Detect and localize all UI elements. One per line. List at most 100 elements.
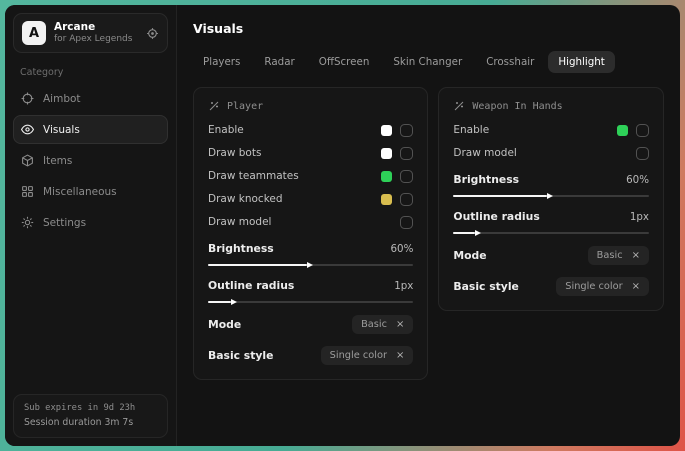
card-title-text: Weapon In Hands <box>472 101 562 112</box>
sidebar-item-items[interactable]: Items <box>13 146 168 175</box>
tab-crosshair[interactable]: Crosshair <box>476 51 544 73</box>
basic-style-select-row: Basic style Single color × <box>453 277 649 296</box>
weapon-in-hands-card: Weapon In Hands Enable Draw model <box>438 87 664 311</box>
outline-radius-slider[interactable] <box>208 301 413 303</box>
player-card: Player Enable Draw bots <box>193 87 428 380</box>
chip-close-icon[interactable]: × <box>396 320 404 330</box>
cards-container: Player Enable Draw bots <box>193 87 664 380</box>
slider-value: 60% <box>391 243 414 255</box>
chip-close-icon[interactable]: × <box>396 351 404 361</box>
toggle-row-draw-model: Draw model <box>208 215 413 229</box>
tab-highlight[interactable]: Highlight <box>548 51 615 73</box>
checkbox[interactable] <box>400 170 413 183</box>
toggle-row-enable: Enable <box>208 123 413 137</box>
chip-value: Basic <box>361 319 387 330</box>
chip-close-icon[interactable]: × <box>632 282 640 292</box>
target-icon[interactable] <box>146 27 159 40</box>
slider-value: 1px <box>630 211 649 223</box>
brightness-slider-row: Brightness 60% <box>453 173 649 197</box>
select-label: Mode <box>453 249 486 262</box>
mode-select-row: Mode Basic × <box>453 246 649 265</box>
tab-offscreen[interactable]: OffScreen <box>309 51 380 73</box>
chip-value: Basic <box>597 250 623 261</box>
toggle-row-draw-bots: Draw bots <box>208 146 413 160</box>
app-logo: A <box>22 21 46 45</box>
checkbox[interactable] <box>400 193 413 206</box>
color-swatch[interactable] <box>617 125 628 136</box>
tab-skin-changer[interactable]: Skin Changer <box>383 51 472 73</box>
basic-style-select-chip[interactable]: Single color × <box>321 346 414 365</box>
mode-select-chip[interactable]: Basic × <box>352 315 413 334</box>
outline-radius-slider-row: Outline radius 1px <box>208 279 413 303</box>
toggle-row-enable: Enable <box>453 123 649 137</box>
sidebar-item-label: Settings <box>43 217 86 229</box>
toggle-label: Draw knocked <box>208 193 283 205</box>
toggle-label: Draw model <box>208 216 271 228</box>
wand-icon <box>208 100 220 112</box>
toggle-label: Draw teammates <box>208 170 299 182</box>
brand-card: A Arcane for Apex Legends <box>13 13 168 53</box>
card-title-text: Player <box>227 101 263 112</box>
slider-thumb[interactable] <box>231 299 237 305</box>
checkbox[interactable] <box>636 124 649 137</box>
subscription-info-card: Sub expires in 9d 23h Session duration 3… <box>13 394 168 438</box>
brand-text: Arcane for Apex Legends <box>54 21 138 45</box>
crosshair-icon <box>21 92 34 105</box>
checkbox[interactable] <box>400 216 413 229</box>
chip-value: Single color <box>330 350 387 361</box>
chip-value: Single color <box>565 281 622 292</box>
toggle-label: Enable <box>453 124 489 136</box>
tab-radar[interactable]: Radar <box>254 51 304 73</box>
slider-value: 1px <box>394 280 413 292</box>
page-title: Visuals <box>193 21 664 36</box>
slider-label: Brightness <box>453 173 519 186</box>
mode-select-chip[interactable]: Basic × <box>588 246 649 265</box>
chip-close-icon[interactable]: × <box>632 251 640 261</box>
toggle-row-draw-model: Draw model <box>453 146 649 160</box>
toggle-label: Draw model <box>453 147 516 159</box>
slider-thumb[interactable] <box>475 230 481 236</box>
slider-label: Outline radius <box>208 279 294 292</box>
color-swatch[interactable] <box>381 148 392 159</box>
sidebar-item-label: Visuals <box>43 124 80 136</box>
sidebar-nav: Aimbot Visuals Items <box>13 84 168 237</box>
outline-radius-slider[interactable] <box>453 232 649 234</box>
basic-style-select-row: Basic style Single color × <box>208 346 413 365</box>
slider-value: 60% <box>626 174 649 186</box>
wand-icon <box>453 100 465 112</box>
brightness-slider[interactable] <box>453 195 649 197</box>
card-header: Weapon In Hands <box>453 100 649 112</box>
color-swatch[interactable] <box>381 125 392 136</box>
session-duration-text: Session duration 3m 7s <box>24 416 157 430</box>
checkbox[interactable] <box>636 147 649 160</box>
tab-bar: Players Radar OffScreen Skin Changer Cro… <box>193 51 664 73</box>
color-swatch[interactable] <box>381 171 392 182</box>
slider-label: Brightness <box>208 242 274 255</box>
slider-thumb[interactable] <box>307 262 313 268</box>
sidebar-item-settings[interactable]: Settings <box>13 208 168 237</box>
slider-thumb[interactable] <box>547 193 553 199</box>
category-label: Category <box>20 67 168 78</box>
color-swatch[interactable] <box>381 194 392 205</box>
toggle-row-draw-teammates: Draw teammates <box>208 169 413 183</box>
select-label: Basic style <box>453 280 518 293</box>
app-window: A Arcane for Apex Legends Category <box>5 5 680 446</box>
sidebar-item-miscellaneous[interactable]: Miscellaneous <box>13 177 168 206</box>
box-icon <box>21 154 34 167</box>
mode-select-row: Mode Basic × <box>208 315 413 334</box>
tab-players[interactable]: Players <box>193 51 250 73</box>
grid-icon <box>21 185 34 198</box>
sidebar-item-aimbot[interactable]: Aimbot <box>13 84 168 113</box>
gear-icon <box>21 216 34 229</box>
sidebar-item-label: Aimbot <box>43 93 81 105</box>
outline-radius-slider-row: Outline radius 1px <box>453 210 649 234</box>
toggle-label: Enable <box>208 124 244 136</box>
sidebar-item-label: Items <box>43 155 72 167</box>
sidebar: A Arcane for Apex Legends Category <box>5 5 177 446</box>
select-label: Basic style <box>208 349 273 362</box>
checkbox[interactable] <box>400 124 413 137</box>
checkbox[interactable] <box>400 147 413 160</box>
brightness-slider[interactable] <box>208 264 413 266</box>
sidebar-item-visuals[interactable]: Visuals <box>13 115 168 144</box>
basic-style-select-chip[interactable]: Single color × <box>556 277 649 296</box>
